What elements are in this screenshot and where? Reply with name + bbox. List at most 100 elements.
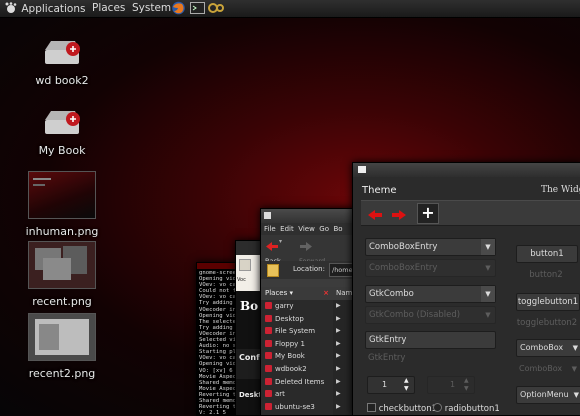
spinbutton-disabled-value: 1 bbox=[450, 380, 456, 389]
places-item[interactable]: File System bbox=[261, 325, 333, 338]
places-item[interactable]: art bbox=[261, 388, 333, 401]
place-icon bbox=[265, 390, 272, 398]
greek-text: Βο bbox=[240, 299, 259, 313]
button1[interactable]: button1 bbox=[516, 245, 578, 263]
places-item-label: Deleted Items bbox=[275, 377, 325, 386]
desktop-icon-mybook[interactable]: My Book bbox=[17, 108, 107, 157]
file-manager-titlebar[interactable] bbox=[261, 209, 361, 223]
radiobutton1[interactable]: radiobutton1 bbox=[433, 403, 500, 414]
radiobutton-label: radiobutton1 bbox=[444, 404, 500, 414]
places-list: garry Desktop File System Floppy 1 My Book wd… bbox=[261, 300, 333, 413]
document-icon bbox=[267, 264, 279, 277]
places-item-label: art bbox=[275, 390, 285, 399]
dropdown-arrow-icon: ▼ bbox=[485, 264, 491, 272]
togglebutton1[interactable]: togglebutton1 bbox=[516, 293, 580, 311]
comboboxentry-value: ComboBoxEntry bbox=[369, 242, 438, 252]
theme-titlebar[interactable] bbox=[353, 163, 580, 177]
window-menu-icon[interactable] bbox=[358, 166, 366, 173]
file-manager-window[interactable]: File Edit View Go Bo ▾ Back Forward Loca… bbox=[260, 208, 362, 416]
editor-desk-label: Deskt bbox=[239, 391, 262, 399]
place-icon bbox=[265, 352, 272, 360]
dropdown-arrow-icon[interactable]: ▼ bbox=[574, 387, 579, 403]
places-item[interactable]: Desktop bbox=[261, 313, 333, 326]
optionmenu[interactable]: OptionMenu ▼ bbox=[516, 386, 580, 404]
places-item[interactable]: Deleted Items bbox=[261, 376, 333, 389]
image-thumbnail bbox=[28, 313, 96, 361]
editor-conf-label: Conf bbox=[239, 353, 260, 362]
location-bar: Location: /home/g bbox=[261, 261, 361, 279]
desktop-icon-recent2[interactable]: recent2.png bbox=[17, 313, 107, 380]
places-item[interactable]: wdbook2 bbox=[261, 363, 333, 376]
gtkcombo[interactable]: GtkCombo ▼ bbox=[365, 285, 496, 303]
file-manager-toolbar: ▾ Back Forward bbox=[261, 235, 361, 265]
back-arrow-icon[interactable] bbox=[367, 206, 383, 225]
places-item[interactable]: Floppy 1 bbox=[261, 338, 333, 351]
optionmenu-value: OptionMenu bbox=[520, 390, 569, 399]
close-icon[interactable]: × bbox=[323, 287, 329, 300]
terminal-icon[interactable] bbox=[190, 1, 205, 15]
add-icon[interactable]: + bbox=[417, 203, 439, 224]
icon-label: recent.png bbox=[32, 295, 92, 308]
place-icon bbox=[265, 302, 272, 309]
top-panel: Applications Places System bbox=[0, 0, 580, 18]
dropdown-arrow-icon[interactable]: ▼ bbox=[481, 286, 495, 302]
places-item[interactable]: ubuntu-se3 bbox=[261, 401, 333, 414]
applications-label: Applications bbox=[21, 3, 86, 15]
icon-label: wd book2 bbox=[35, 74, 89, 87]
place-icon bbox=[265, 402, 272, 410]
radio-icon[interactable] bbox=[433, 403, 442, 412]
spin-arrows-icon[interactable]: ▲ ▼ bbox=[404, 377, 413, 393]
gtkcombo-disabled-value: GtkCombo (Disabled) bbox=[369, 310, 461, 320]
theme-title: Theme bbox=[362, 185, 397, 196]
checkbutton1[interactable]: checkbutton1 bbox=[367, 403, 437, 414]
menu-file[interactable]: File bbox=[264, 225, 276, 233]
location-label: Location: bbox=[293, 265, 325, 273]
desktop-icon-wdbook2[interactable]: wd book2 bbox=[17, 38, 107, 87]
gtkentry[interactable]: GtkEntry bbox=[365, 331, 496, 349]
place-icon bbox=[265, 377, 272, 385]
places-item-label: Desktop bbox=[275, 314, 304, 323]
combobox[interactable]: ComboBox ▼ bbox=[516, 339, 580, 357]
menu-edit[interactable]: Edit bbox=[280, 225, 294, 233]
place-icon bbox=[265, 314, 272, 322]
place-icon bbox=[265, 364, 272, 372]
applications-menu[interactable]: Applications bbox=[4, 2, 85, 15]
forward-arrow-icon bbox=[300, 242, 312, 251]
icon-label: recent2.png bbox=[28, 367, 96, 380]
places-item[interactable]: garry bbox=[261, 300, 333, 313]
spinbutton[interactable]: 1 ▲ ▼ bbox=[367, 376, 415, 394]
checkbutton-label: checkbutton1 bbox=[378, 404, 438, 414]
dropdown-arrow-icon[interactable]: ▼ bbox=[573, 340, 578, 356]
places-header-label: Places ▾ bbox=[265, 289, 293, 297]
places-item-label: garry bbox=[275, 302, 294, 310]
dropdown-arrow-icon[interactable]: ▼ bbox=[481, 239, 495, 255]
drive-icon bbox=[45, 41, 80, 64]
comboboxentry[interactable]: ComboBoxEntry ▼ bbox=[365, 238, 496, 256]
window-menu-icon[interactable] bbox=[264, 212, 271, 219]
system-menu[interactable]: System bbox=[132, 2, 171, 14]
combobox-value: ComboBox bbox=[520, 343, 564, 352]
spinbutton-value: 1 bbox=[382, 380, 388, 389]
places-item[interactable]: My Book bbox=[261, 350, 333, 363]
menubar: File Edit View Go Bo bbox=[261, 223, 361, 235]
menu-go[interactable]: Go bbox=[319, 225, 329, 233]
places-menu[interactable]: Places bbox=[92, 2, 125, 14]
button2-disabled: button2 bbox=[529, 270, 563, 280]
places-item-label: ubuntu-se3 bbox=[275, 402, 315, 411]
menu-view[interactable]: View bbox=[298, 225, 315, 233]
theme-preview-window[interactable]: Theme The Widg + ComboBoxEntry ▼ ComboBo… bbox=[352, 162, 580, 416]
gtkcombo-disabled: GtkCombo (Disabled) ▼ bbox=[365, 306, 496, 324]
desktop-icon-recent[interactable]: recent.png bbox=[17, 241, 107, 308]
desktop-icon-inhuman[interactable]: inhuman.png bbox=[17, 171, 107, 238]
checkbox-icon[interactable] bbox=[367, 403, 376, 412]
places-item-label: Floppy 1 bbox=[275, 339, 305, 348]
places-header[interactable]: Places ▾ × bbox=[261, 287, 333, 300]
back-arrow-icon bbox=[266, 242, 278, 251]
icon-label: My Book bbox=[38, 144, 86, 157]
firefox-icon[interactable] bbox=[171, 1, 186, 15]
gtkcombo-value: GtkCombo bbox=[369, 289, 414, 299]
dropdown-arrow-icon: ▼ bbox=[485, 311, 491, 319]
gear-icon[interactable] bbox=[207, 1, 224, 15]
forward-arrow-icon[interactable] bbox=[391, 206, 407, 225]
menu-bookmarks[interactable]: Bo bbox=[333, 225, 342, 233]
